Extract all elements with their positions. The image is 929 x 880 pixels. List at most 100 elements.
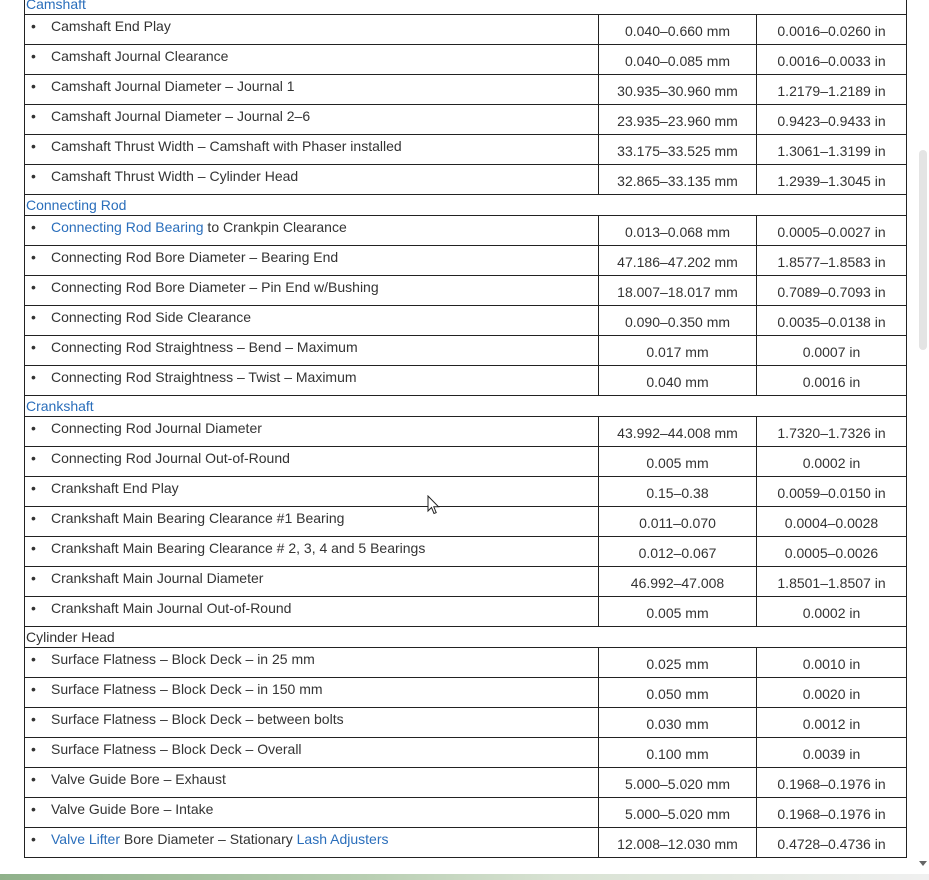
imperial-value: 1.8577–1.8583 in [777,254,886,270]
spec-name: to Crankpin Clearance [203,219,347,235]
section-title[interactable]: Crankshaft [26,398,94,414]
metric-value-cell: 0.040–0.660 mm [598,14,757,45]
spec-name: Camshaft Thrust Width – Cylinder Head [51,168,299,184]
metric-value-cell: 47.186–47.202 mm [598,245,757,276]
metric-value: 0.012–0.067 [638,545,717,561]
imperial-value-cell: 1.7320–1.7326 in [756,416,907,447]
metric-value-cell: 0.005 mm [598,596,757,627]
bullet-icon: • [31,309,36,325]
spec-name-cell: • Connecting Rod Straightness – Twist – M… [24,365,599,396]
metric-value-cell: 32.865–33.135 mm [598,164,757,195]
bullet-icon: • [31,138,36,154]
section-header-row: Camshaft [24,0,907,15]
metric-value-cell: 33.175–33.525 mm [598,134,757,165]
imperial-value-cell: 0.0005–0.0027 in [756,215,907,246]
metric-value: 0.013–0.068 mm [624,224,731,240]
spec-name: Camshaft Thrust Width – Camshaft with Ph… [51,138,402,154]
spec-name-cell: • Connecting Rod Journal Out-of-Round [24,446,599,477]
bullet-icon: • [31,831,36,847]
imperial-value-cell: 0.0010 in [756,647,907,678]
section-header-cell: Connecting Rod [24,194,907,216]
imperial-value: 0.0039 in [802,746,861,762]
spec-page-viewport: Camshaft • Camshaft End Play 0.040–0.660 mm… [0,0,929,880]
spec-name-cell: • Camshaft Thrust Width – Camshaft with P… [24,134,599,165]
imperial-value: 0.4728–0.4736 in [777,836,886,852]
spec-row: • Surface Flatness – Block Deck – in 25 m… [24,647,907,678]
spec-name-cell: • Connecting Rod Bore Diameter – Bearing … [24,245,599,276]
spec-name-cell: • Camshaft Journal Clearance [24,44,599,75]
imperial-value-cell: 0.4728–0.4736 in [756,827,907,858]
spec-name: Connecting Rod Side Clearance [51,309,252,325]
metric-value-cell: 46.992–47.008 [598,566,757,597]
bullet-icon: • [31,741,36,757]
imperial-value-cell: 0.0016 in [756,365,907,396]
section-title: Cylinder Head [26,629,115,645]
spec-row: • Connecting Rod Side Clearance 0.090–0.35… [24,305,907,336]
spec-name-link[interactable]: Valve Lifter [51,831,120,847]
spec-name: Crankshaft Main Journal Diameter [51,570,264,586]
metric-value: 47.186–47.202 mm [617,254,738,270]
spec-name: Crankshaft Main Bearing Clearance # 2, 3… [51,540,426,556]
section-title[interactable]: Camshaft [26,0,86,12]
spec-name: Valve Guide Bore – Intake [51,801,214,817]
spec-name: Camshaft Journal Diameter – Journal 2–6 [51,108,311,124]
imperial-value-cell: 0.7089–0.7093 in [756,275,907,306]
spec-name: Surface Flatness – Block Deck – in 25 mm [51,651,315,667]
spec-name: Surface Flatness – Block Deck – in 150 m… [51,681,323,697]
spec-name-cell: • Surface Flatness – Block Deck – Overall [24,737,599,768]
metric-value-cell: 0.090–0.350 mm [598,305,757,336]
metric-value: 0.100 mm [646,746,709,762]
scrollbar-thumb[interactable] [919,150,927,350]
section-title[interactable]: Connecting Rod [26,197,126,213]
metric-value: 12.008–12.030 mm [617,836,738,852]
spec-name: Connecting Rod Bore Diameter – Pin End w… [51,279,379,295]
bullet-icon: • [31,249,36,265]
imperial-value: 0.9423–0.9433 in [777,113,886,129]
spec-name-link[interactable]: Connecting Rod Bearing [51,219,204,235]
imperial-value-cell: 1.8577–1.8583 in [756,245,907,276]
spec-row: • Crankshaft Main Bearing Clearance # 2, … [24,536,907,567]
bullet-icon: • [31,450,36,466]
metric-value-cell: 0.011–0.070 [598,506,757,537]
spec-name: Crankshaft Main Journal Out-of-Round [51,600,292,616]
bullet-icon: • [31,801,36,817]
section-header-cell: Camshaft [24,0,907,15]
imperial-value-cell: 0.0059–0.0150 in [756,476,907,507]
bullet-icon: • [31,78,36,94]
bullet-icon: • [31,420,36,436]
spec-name: Connecting Rod Straightness – Twist – Ma… [51,369,357,385]
bottom-edge-bar [0,874,929,880]
imperial-value-cell: 0.0004–0.0028 [756,506,907,537]
metric-value: 33.175–33.525 mm [617,143,738,159]
spec-row: • Camshaft End Play 0.040–0.660 mm 0.0016–0… [24,14,907,45]
metric-value-cell: 0.017 mm [598,335,757,366]
section-header-cell: Crankshaft [24,395,907,417]
mouse-pointer-icon [427,495,440,515]
spec-name-cell: • Connecting Rod Side Clearance [24,305,599,336]
metric-value: 23.935–23.960 mm [617,113,738,129]
bullet-icon: • [31,219,36,235]
bullet-icon: • [31,771,36,787]
spec-name-cell: • Surface Flatness – Block Deck – in 150 … [24,677,599,708]
imperial-value: 0.0020 in [802,686,861,702]
spec-row: • Connecting Rod Journal Diameter 43.992–4… [24,416,907,447]
spec-name-cell: • Connecting Rod Straightness – Bend – Ma… [24,335,599,366]
imperial-value-cell: 1.8501–1.8507 in [756,566,907,597]
spec-row: • Camshaft Journal Clearance 0.040–0.085 m… [24,44,907,75]
imperial-value: 0.0016 in [802,374,861,390]
metric-value: 43.992–44.008 mm [617,425,738,441]
imperial-value: 0.0012 in [802,716,861,732]
spec-row: • Camshaft Journal Diameter – Journal 2–6… [24,104,907,135]
scroll-down-arrow-icon[interactable] [919,861,927,866]
vertical-scrollbar[interactable] [915,0,929,880]
bullet-icon: • [31,168,36,184]
imperial-value-cell: 0.0012 in [756,707,907,738]
spec-row: • Surface Flatness – Block Deck – in 150 … [24,677,907,708]
imperial-value: 0.1968–0.1976 in [777,776,886,792]
spec-name-link[interactable]: Lash Adjusters [297,831,389,847]
spec-name-cell: • Crankshaft End Play [24,476,599,507]
spec-row: • Camshaft Thrust Width – Camshaft with P… [24,134,907,165]
metric-value-cell: 30.935–30.960 mm [598,74,757,105]
spec-row: • Connecting Rod Bore Diameter – Pin End … [24,275,907,306]
metric-value: 5.000–5.020 mm [624,776,731,792]
